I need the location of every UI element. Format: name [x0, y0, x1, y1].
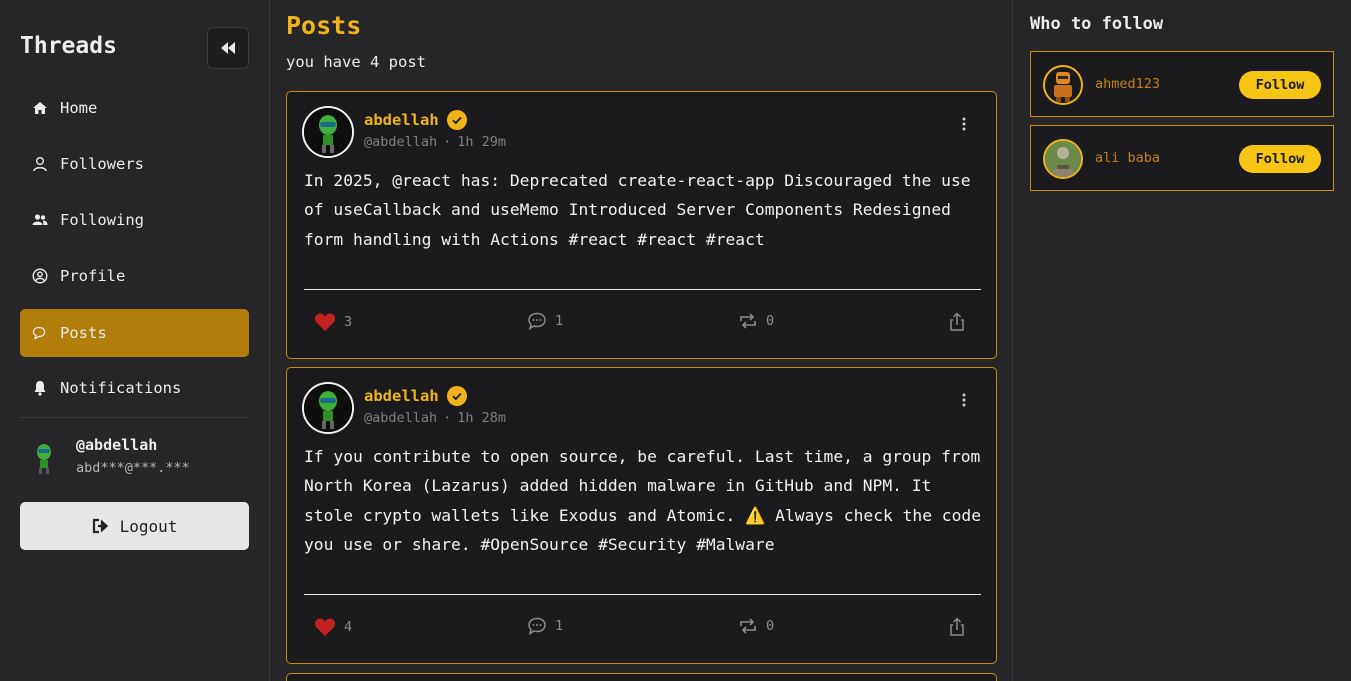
logout-button[interactable]: Logout — [20, 502, 249, 550]
users-icon — [32, 212, 48, 228]
sidebar-item-label: Home — [60, 99, 98, 117]
more-options-icon[interactable] — [956, 392, 972, 408]
sidebar-item-following[interactable]: Following — [20, 196, 249, 244]
post-divider — [304, 289, 981, 290]
suggestion-avatar[interactable] — [1043, 139, 1083, 179]
suggestion-avatar[interactable] — [1043, 65, 1083, 105]
post-author-handle: @abdellah — [364, 410, 438, 426]
repost-count: 0 — [766, 618, 775, 634]
post-card — [286, 673, 997, 681]
sidebar-divider — [20, 417, 249, 418]
suggestion-name[interactable]: ali baba — [1095, 150, 1160, 166]
post-meta: @abdellah · 1h 28m — [364, 410, 507, 426]
sidebar-item-label: Notifications — [60, 379, 182, 397]
comment-icon — [528, 312, 546, 330]
like-button[interactable]: 3 — [314, 312, 352, 332]
like-count: 3 — [344, 314, 353, 330]
avatar — [30, 443, 58, 475]
follow-button[interactable]: Follow — [1239, 145, 1321, 173]
double-chevron-left-icon — [221, 42, 235, 54]
sidebar-item-label: Posts — [60, 324, 107, 342]
home-icon — [32, 100, 48, 116]
repost-button[interactable]: 0 — [738, 617, 774, 635]
share-button[interactable] — [948, 312, 974, 332]
who-to-follow-title: Who to follow — [1030, 14, 1164, 34]
suggestion-name[interactable]: ahmed123 — [1095, 76, 1160, 92]
logout-icon — [92, 518, 110, 534]
verified-icon — [446, 386, 467, 406]
app-title: Threads — [20, 33, 117, 59]
post-author-handle: @abdellah — [364, 134, 438, 150]
bell-icon — [32, 380, 48, 396]
share-button[interactable] — [948, 617, 974, 637]
verified-icon — [446, 110, 467, 130]
post-count: you have 4 post — [286, 53, 426, 71]
suggestion-item: ali baba Follow — [1030, 125, 1334, 191]
sidebar-item-notifications[interactable]: Notifications — [20, 364, 249, 412]
heart-icon — [314, 618, 336, 636]
repost-icon — [740, 618, 756, 634]
author-name-text: abdellah — [364, 387, 439, 405]
post-actions: 3 1 0 — [287, 312, 996, 336]
post-divider — [304, 594, 981, 595]
comment-count: 1 — [555, 618, 564, 634]
sidebar-item-label: Profile — [60, 267, 126, 285]
current-user-email: abd***@***.*** — [76, 460, 190, 476]
post-author-avatar[interactable] — [302, 382, 354, 434]
who-to-follow-panel: Who to follow ahmed123 Follow ali baba F… — [1014, 0, 1351, 681]
like-button[interactable]: 4 — [314, 617, 352, 637]
comment-count: 1 — [555, 313, 564, 329]
comment-button[interactable]: 1 — [527, 617, 563, 635]
post-time: 1h 28m — [457, 410, 507, 426]
sidebar-item-label: Following — [60, 211, 144, 229]
post-author-name[interactable]: abdellah — [364, 110, 467, 130]
user-icon — [32, 156, 48, 172]
post-author-avatar[interactable] — [302, 106, 354, 158]
post-actions: 4 1 0 — [287, 617, 996, 641]
user-circle-icon — [32, 268, 48, 284]
chat-icon — [32, 325, 48, 341]
sidebar-item-home[interactable]: Home — [20, 84, 249, 132]
page-title: Posts — [286, 11, 362, 40]
collapse-sidebar-button[interactable] — [207, 27, 249, 69]
repost-count: 0 — [766, 313, 775, 329]
current-user-handle: @abdellah — [76, 436, 158, 454]
post-body: In 2025, @react has: Deprecated create-r… — [304, 171, 971, 249]
post-meta: @abdellah · 1h 29m — [364, 134, 507, 150]
post-card: abdellah @abdellah · 1h 29m In 2025, @reac… — [286, 91, 997, 359]
author-name-text: abdellah — [364, 111, 439, 129]
share-icon — [950, 312, 964, 331]
sidebar-item-label: Followers — [60, 155, 144, 173]
sidebar-item-posts[interactable]: Posts — [20, 309, 249, 357]
post-body: If you contribute to open source, be car… — [304, 447, 982, 554]
repost-icon — [740, 313, 756, 329]
repost-button[interactable]: 0 — [738, 312, 774, 330]
sidebar-item-profile[interactable]: Profile — [20, 252, 249, 300]
share-icon — [950, 617, 964, 636]
comment-icon — [528, 617, 546, 635]
follow-button[interactable]: Follow — [1239, 71, 1321, 99]
post-author-name[interactable]: abdellah — [364, 386, 467, 406]
sidebar-item-followers[interactable]: Followers — [20, 140, 249, 188]
suggestion-item: ahmed123 Follow — [1030, 51, 1334, 117]
logout-label: Logout — [119, 516, 178, 536]
comment-button[interactable]: 1 — [527, 312, 563, 330]
post-time: 1h 29m — [457, 134, 507, 150]
more-options-icon[interactable] — [956, 116, 972, 132]
heart-icon — [314, 313, 336, 331]
sidebar: Threads Home Followers Following Profile… — [0, 0, 270, 681]
post-card: abdellah @abdellah · 1h 28m If you contrib… — [286, 367, 997, 664]
posts-feed: Posts you have 4 post abdellah @abdellah… — [270, 0, 1013, 681]
like-count: 4 — [344, 619, 353, 635]
